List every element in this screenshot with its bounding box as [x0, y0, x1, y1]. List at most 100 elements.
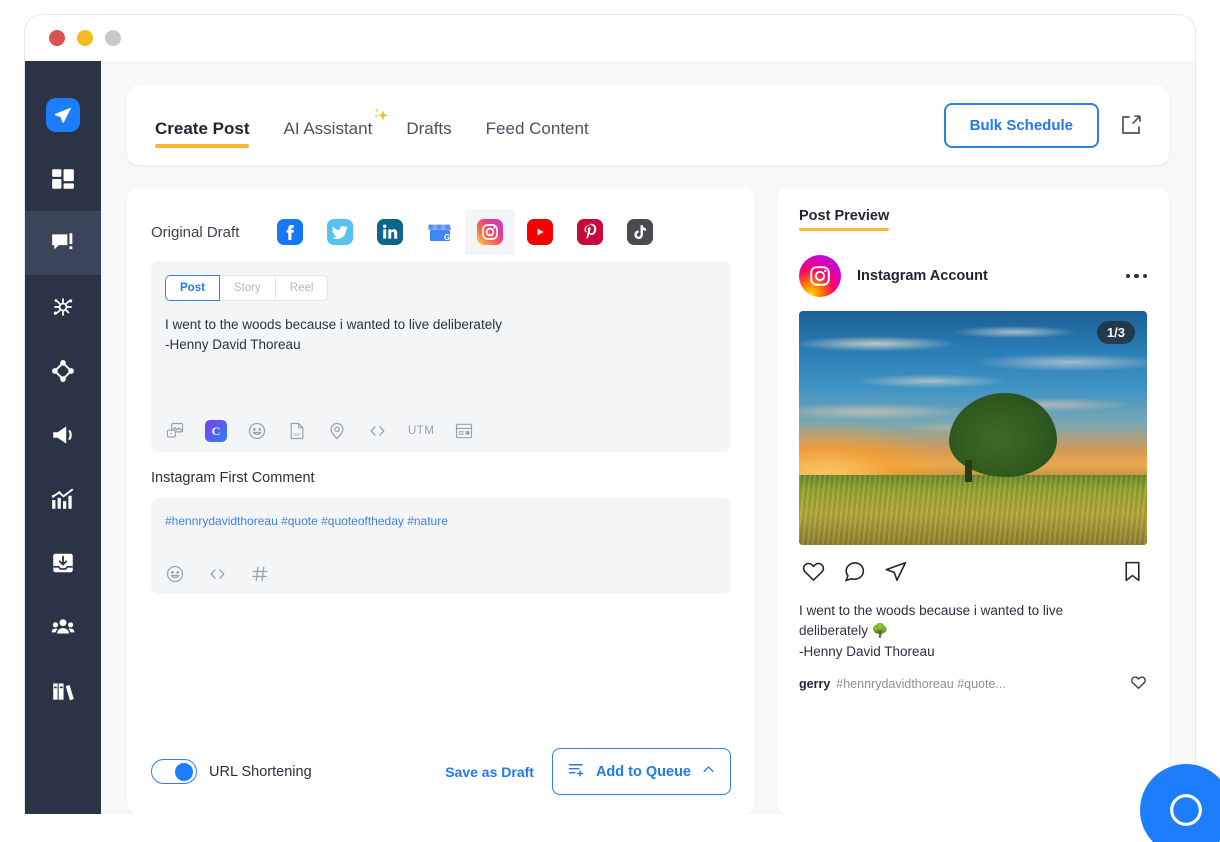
zoom-window-button[interactable] [105, 30, 121, 46]
preview-comment-row: gerry #hennrydavidthoreau #quote... [799, 674, 1147, 694]
window-body: Create Post AI Assistant Drafts Feed Con… [25, 61, 1195, 814]
paper-plane-icon [46, 98, 80, 132]
inbox-download-icon [53, 553, 73, 573]
megaphone-icon [53, 426, 72, 444]
sidebar-item-dashboard[interactable] [25, 147, 101, 211]
tab-label: Create Post [155, 119, 250, 138]
field-layer [799, 474, 1147, 545]
browser-window: Create Post AI Assistant Drafts Feed Con… [24, 14, 1196, 814]
tab-drafts[interactable]: Drafts [406, 119, 451, 148]
grid-dashboard-icon [52, 169, 74, 189]
page-header-card: Create Post AI Assistant Drafts Feed Con… [127, 85, 1169, 165]
template-card-icon[interactable] [454, 421, 474, 441]
traffic-light-buttons [49, 30, 121, 46]
url-shortening-label: URL Shortening [209, 763, 312, 780]
queue-list-icon [567, 760, 586, 783]
app-screenshot: Create Post AI Assistant Drafts Feed Con… [0, 0, 1220, 842]
sidebar-item-campaigns[interactable] [25, 403, 101, 467]
post-preview-panel: Post Preview Instagram Account 1/3 I wen… [777, 187, 1169, 814]
first-comment-input[interactable]: #hennrydavidthoreau #quote #quoteoftheda… [165, 514, 717, 528]
chevron-up-icon [701, 762, 716, 781]
first-comment-label: Instagram First Comment [151, 470, 315, 487]
network-tab-instagram[interactable] [465, 209, 516, 255]
sidebar-item-compose[interactable] [25, 211, 101, 275]
add-to-queue-button[interactable]: Add to Queue [551, 748, 731, 795]
compose-message-icon [52, 233, 73, 250]
editor-toolbar: C GIF UTM [165, 414, 717, 443]
code-icon[interactable] [367, 421, 388, 441]
sidebar-item-library[interactable] [25, 659, 101, 723]
preview-title: Post Preview [799, 208, 890, 231]
post-type-post[interactable]: Post [165, 275, 220, 301]
utm-icon[interactable]: UTM [408, 425, 434, 437]
sidebar-item-inbox[interactable] [25, 531, 101, 595]
main-content: Create Post AI Assistant Drafts Feed Con… [101, 61, 1195, 814]
svg-text:G: G [444, 233, 450, 242]
comment-toolbar [165, 564, 717, 584]
bulk-schedule-button[interactable]: Bulk Schedule [943, 102, 1099, 148]
sidebar-item-engage[interactable] [25, 339, 101, 403]
hashtag-icon[interactable] [250, 564, 270, 584]
minimize-window-button[interactable] [77, 30, 93, 46]
canva-icon[interactable]: C [205, 420, 227, 443]
post-type-story[interactable]: Story [219, 275, 276, 301]
bar-chart-icon [51, 488, 74, 509]
sidebar-item-team[interactable] [25, 595, 101, 659]
people-team-icon [51, 619, 75, 634]
carousel-counter-badge: 1/3 [1096, 321, 1135, 344]
preview-account-row: Instagram Account [799, 255, 1147, 297]
tab-feed-content[interactable]: Feed Content [486, 119, 589, 148]
tab-create-post[interactable]: Create Post [155, 119, 250, 148]
bookmark-icon[interactable] [1120, 559, 1145, 589]
media-icon[interactable] [165, 421, 185, 441]
more-horizontal-icon[interactable] [1125, 273, 1147, 279]
network-tab-youtube[interactable] [515, 209, 565, 255]
sidebar-item-analytics[interactable] [25, 467, 101, 531]
preview-caption: I went to the woods because i wanted to … [799, 603, 1064, 659]
save-as-draft-button[interactable]: Save as Draft [445, 764, 534, 780]
sidebar-item-logo[interactable] [25, 83, 101, 147]
avatar [799, 255, 841, 297]
facebook-icon [277, 219, 304, 245]
tab-label: AI Assistant [283, 119, 373, 138]
network-tab-linkedin[interactable] [365, 209, 415, 255]
books-library-icon [53, 683, 74, 701]
network-tab-facebook[interactable] [265, 209, 315, 255]
tab-ai-assistant[interactable]: AI Assistant [283, 108, 389, 148]
add-to-queue-label: Add to Queue [595, 763, 691, 780]
comment-icon[interactable] [842, 559, 867, 589]
emoji-icon[interactable] [247, 421, 267, 441]
post-editor: Post Story Reel I went to the woods beca… [151, 261, 731, 453]
emoji-icon[interactable] [165, 564, 185, 584]
sidebar-item-network[interactable] [25, 275, 101, 339]
chat-icon [1170, 794, 1202, 826]
location-pin-icon[interactable] [327, 421, 347, 441]
network-tab-pinterest[interactable] [565, 209, 615, 255]
heart-icon[interactable] [801, 559, 826, 589]
compose-square-icon[interactable] [1119, 113, 1143, 137]
code-icon[interactable] [207, 564, 228, 584]
composer-footer: URL Shortening Save as Draft Add to Queu… [151, 726, 731, 795]
sparkle-icon [366, 105, 392, 134]
share-icon[interactable] [883, 559, 908, 589]
footer-actions: Save as Draft Add to Queue [445, 748, 731, 795]
svg-text:GIF: GIF [293, 432, 301, 437]
post-type-reel[interactable]: Reel [275, 275, 329, 301]
heart-icon[interactable] [1130, 674, 1147, 694]
url-shortening-toggle[interactable] [151, 759, 197, 784]
network-tab-tiktok[interactable] [615, 209, 665, 255]
preview-image: 1/3 [799, 311, 1147, 545]
comment-spacer [165, 528, 717, 564]
network-tab-google-business[interactable]: G [415, 209, 465, 255]
tab-label: Drafts [406, 119, 452, 138]
gif-icon[interactable]: GIF [287, 421, 307, 441]
network-tabs: G [265, 209, 665, 255]
close-window-button[interactable] [49, 30, 65, 46]
post-text-input[interactable]: I went to the woods because i wanted to … [165, 315, 717, 354]
editor-spacer [165, 354, 717, 414]
tiktok-icon [627, 219, 654, 245]
network-selector-row: Original Draft G [151, 209, 731, 255]
network-tab-twitter[interactable] [315, 209, 365, 255]
instagram-icon [477, 219, 504, 245]
youtube-icon [527, 219, 554, 245]
